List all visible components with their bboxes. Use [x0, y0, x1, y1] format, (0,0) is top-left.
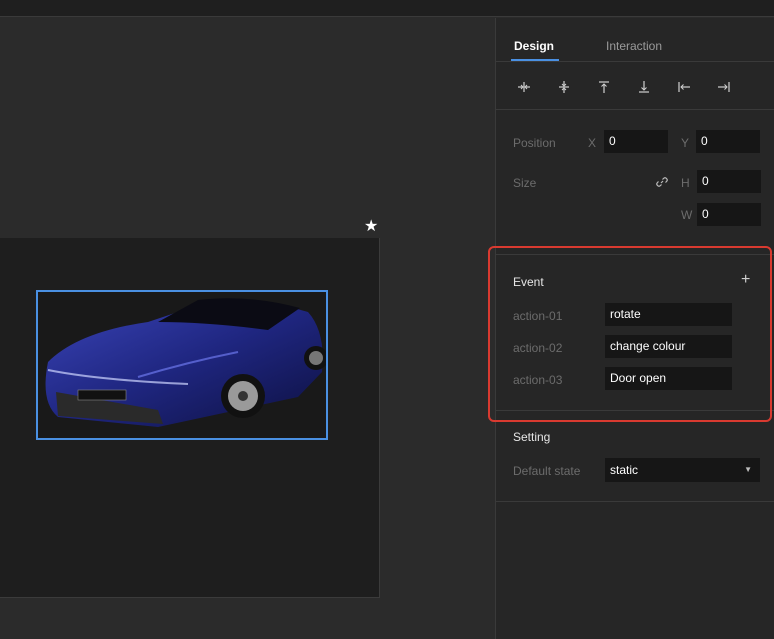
align-horizontal-center-icon[interactable] [514, 78, 534, 96]
align-right-icon[interactable] [714, 78, 734, 96]
h-label: H [681, 176, 690, 190]
top-bar [0, 0, 774, 17]
artboard-frame[interactable] [0, 238, 380, 598]
y-axis-label: Y [681, 136, 690, 150]
action-01-label: action-01 [513, 309, 563, 323]
star-icon[interactable]: ★ [364, 218, 378, 236]
link-icon[interactable] [656, 176, 668, 188]
car-image [38, 292, 326, 438]
align-bottom-icon[interactable] [634, 78, 654, 96]
action-02-label: action-02 [513, 341, 563, 355]
selected-car-image[interactable] [36, 290, 328, 440]
properties-panel: Design Interaction Position X 0 Y 0 Size… [495, 18, 774, 639]
action-01-field[interactable]: rotate [605, 303, 732, 326]
panel-tabs: Design Interaction [496, 18, 774, 62]
position-x-field[interactable]: 0 [604, 130, 668, 153]
setting-title: Setting [513, 430, 551, 444]
align-top-icon[interactable] [594, 78, 614, 96]
chevron-down-icon: ▼ [744, 465, 752, 474]
default-state-select[interactable]: static ▼ [605, 458, 760, 482]
size-h-field[interactable]: 0 [697, 170, 761, 193]
plus-icon[interactable]: + [741, 272, 750, 288]
position-y-field[interactable]: 0 [696, 130, 760, 153]
x-axis-label: X [588, 136, 597, 150]
tab-interaction[interactable]: Interaction [606, 39, 662, 53]
action-02-field[interactable]: change colour [605, 335, 732, 358]
canvas-area[interactable]: ★ [0, 18, 495, 639]
position-label: Position [513, 136, 556, 150]
default-state-value: static [610, 463, 639, 477]
action-03-field[interactable]: Door open [605, 367, 732, 390]
default-state-label: Default state [513, 464, 581, 478]
size-w-field[interactable]: 0 [697, 203, 761, 226]
align-vertical-center-icon[interactable] [554, 78, 574, 96]
event-title: Event [513, 275, 544, 289]
action-03-label: action-03 [513, 373, 563, 387]
align-left-icon[interactable] [674, 78, 694, 96]
alignment-toolbar [496, 63, 774, 110]
w-label: W [681, 208, 693, 222]
tab-design[interactable]: Design [514, 39, 554, 53]
event-section: Event + action-01 rotate action-02 chang… [496, 254, 774, 411]
setting-section: Setting Default state static ▼ [496, 412, 774, 502]
app-root: ★ Design Interaction Position X 0 Y 0 Si… [0, 0, 774, 639]
size-label: Size [513, 176, 537, 190]
active-tab-indicator [511, 59, 559, 61]
